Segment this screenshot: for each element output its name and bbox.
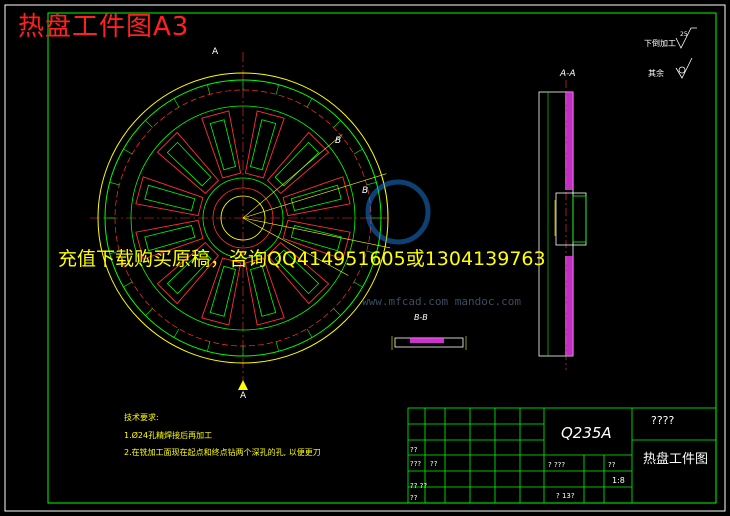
tb-cell-2: ?? xyxy=(430,460,438,468)
sheet-title: 热盘工件图A3 xyxy=(18,12,190,42)
aa-hatch-top xyxy=(565,92,573,190)
rim-notch xyxy=(173,98,180,108)
section-bb-view: B-B xyxy=(391,313,467,350)
b-marker-2: B xyxy=(362,186,368,196)
tb-cell-7: ? 13? xyxy=(556,492,575,500)
scale-text: 1:8 xyxy=(612,476,625,485)
section-label-top: A xyxy=(212,47,219,57)
rim-notch xyxy=(207,341,211,352)
tech-line-1: 1.Ø24孔精焊接后再加工 xyxy=(124,430,212,440)
watermark-text: 充值下载购买原稿，咨询QQ414951605或1304139763 xyxy=(58,248,546,270)
bb-label: B-B xyxy=(414,313,428,322)
aa-hub-inner xyxy=(572,195,587,243)
rim-notch xyxy=(353,281,363,288)
watermark-site: www.mfcad.com mandoc.com xyxy=(362,295,521,308)
rim-notch xyxy=(173,328,180,338)
rim-notch xyxy=(333,308,341,316)
tb-cell-4: ? ??? xyxy=(548,461,565,469)
watermark-logo-icon xyxy=(365,179,431,245)
tech-line-2: 2.在铣加工面现在起点和终点钻两个深孔的孔, 以便更刀 xyxy=(124,447,321,457)
roughness-value: 25 xyxy=(680,31,688,38)
tb-cell-6: ?? ?? xyxy=(410,482,427,490)
cad-drawing-sheet: A A B B A-A B-B 下倒加工 25 其余 技术要求: 1.Ø24孔精 xyxy=(0,0,730,516)
rim-notch xyxy=(207,84,211,95)
tech-requirements: 技术要求: 1.Ø24孔精焊接后再加工 2.在铣加工面现在起点和终点钻两个深孔的… xyxy=(124,412,321,457)
rim-notch xyxy=(353,148,363,155)
aa-hatch-bottom xyxy=(565,256,573,356)
section-label-bottom: A xyxy=(240,391,247,401)
rim-notch xyxy=(366,182,377,186)
aa-label: A-A xyxy=(559,69,576,79)
tb-cell-5: ?? xyxy=(608,461,616,469)
bb-hatch xyxy=(410,338,444,343)
spoke-groove xyxy=(266,131,330,195)
rim-notch xyxy=(123,148,133,155)
material-text: Q235A xyxy=(561,424,612,442)
org-text: ???? xyxy=(651,414,675,427)
roughness-symbols: 下倒加工 25 其余 xyxy=(644,27,697,79)
section-arrow-icon xyxy=(238,380,248,390)
roughness-circle-icon xyxy=(678,66,686,74)
tb-cell-8: ?? xyxy=(410,494,418,502)
roughness-label-2: 其余 xyxy=(648,68,664,78)
spoke-groove xyxy=(156,131,220,195)
tb-cell-1: ?? xyxy=(410,446,418,454)
rim-notch xyxy=(275,341,279,352)
rim-notch xyxy=(306,328,313,338)
rim-notch xyxy=(145,308,153,316)
rim-notch xyxy=(275,84,279,95)
tb-cell-3: ??? xyxy=(410,460,421,468)
tech-heading: 技术要求: xyxy=(124,412,159,422)
section-aa-view: A-A xyxy=(538,69,587,370)
aa-hub xyxy=(555,192,587,246)
rim-notch xyxy=(333,120,341,128)
b-marker-1: B xyxy=(335,136,341,146)
plate-front-view: A A B B xyxy=(90,47,391,401)
roughness-label-1: 下倒加工 xyxy=(644,38,676,48)
rim-notch xyxy=(145,120,153,128)
rim-notch xyxy=(306,98,313,108)
rim-notch xyxy=(123,281,133,288)
rim-notch xyxy=(109,182,120,186)
drawing-name-text: 热盘工件图 xyxy=(643,451,708,467)
